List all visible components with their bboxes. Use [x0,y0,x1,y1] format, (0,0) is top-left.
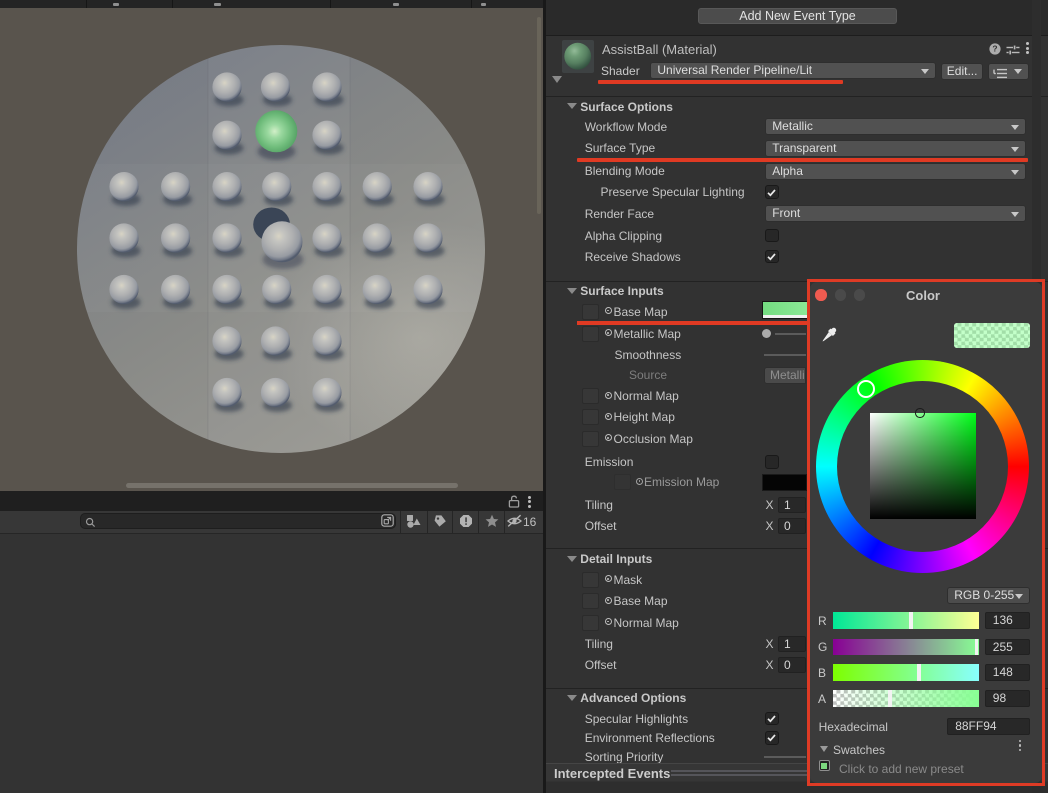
svg-text:?: ? [992,44,997,54]
